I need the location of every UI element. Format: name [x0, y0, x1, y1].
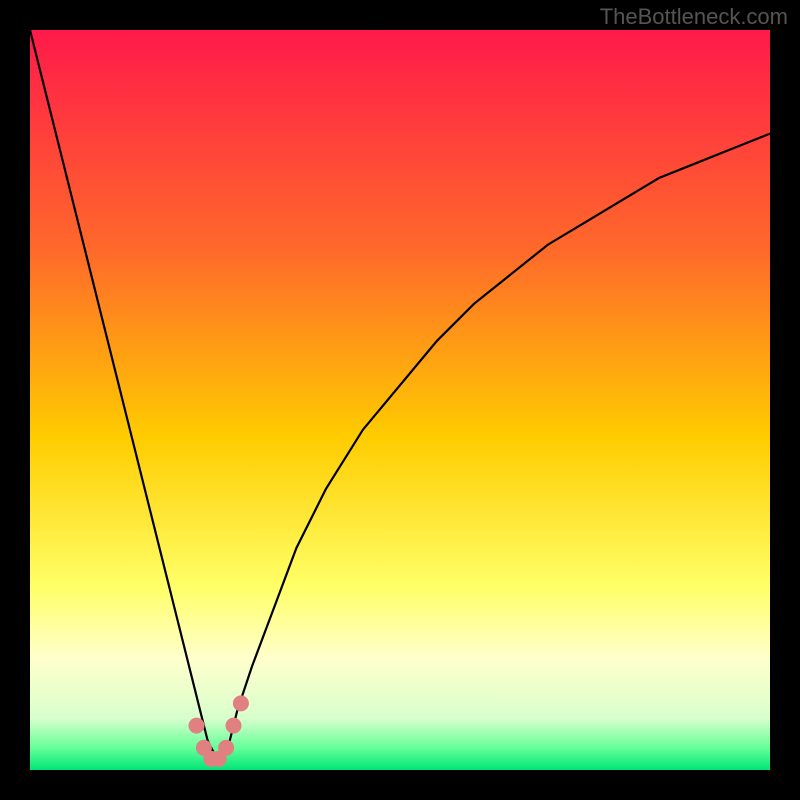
highlight-marker [189, 718, 205, 734]
highlight-markers [189, 695, 249, 767]
watermark: TheBottleneck.com [600, 4, 788, 30]
curve-layer [30, 30, 770, 770]
highlight-marker [233, 695, 249, 711]
chart-frame: TheBottleneck.com [0, 0, 800, 800]
bottleneck-curve [30, 30, 770, 755]
highlight-marker [218, 740, 234, 756]
highlight-marker [226, 718, 242, 734]
plot-area [30, 30, 770, 770]
